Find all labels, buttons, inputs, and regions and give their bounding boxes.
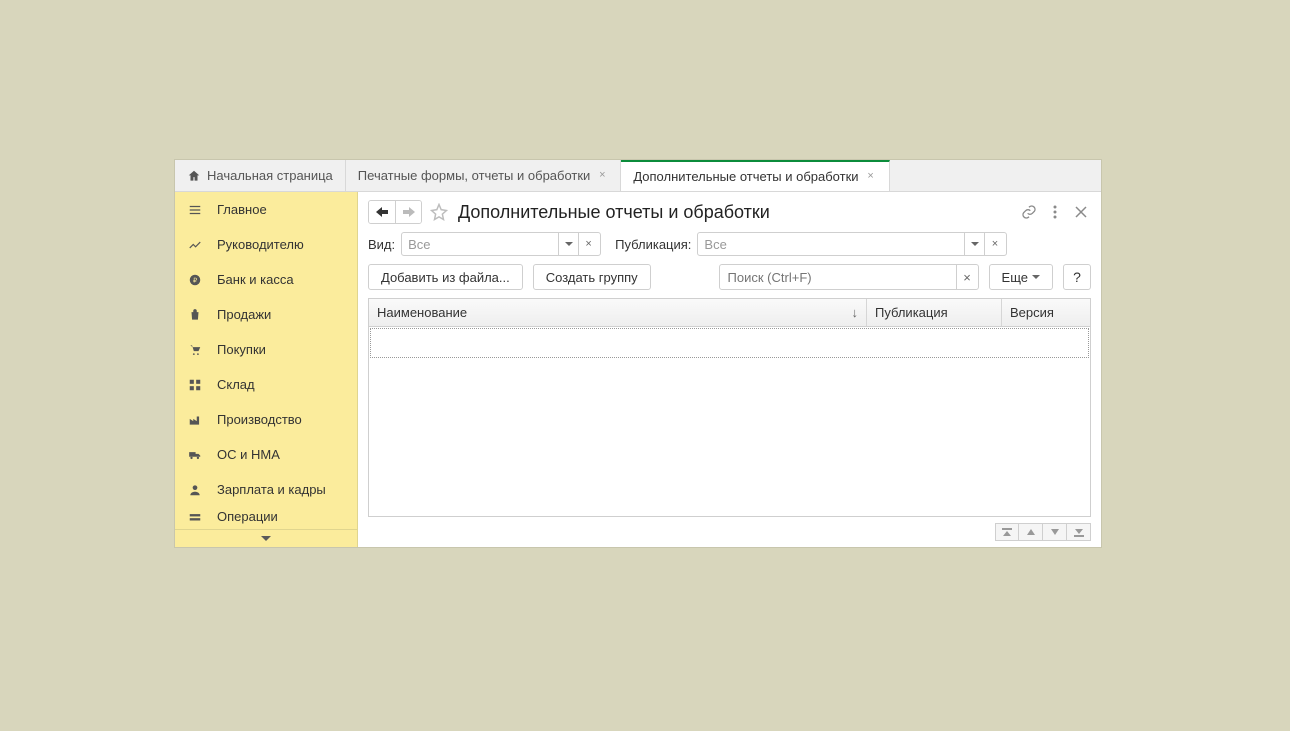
column-name[interactable]: Наименование ↓ [369,299,867,326]
sidebar: Главное Руководителю ₽ Банк и касса [175,192,358,547]
goto-last-button[interactable] [1067,523,1091,541]
table-header: Наименование ↓ Публикация Версия [369,299,1090,327]
sidebar-item-label: Банк и касса [217,272,294,287]
sidebar-item-label: Операции [217,509,278,524]
table-empty-row[interactable] [370,328,1089,358]
menu-icon [187,202,203,218]
sidebar-items: Главное Руководителю ₽ Банк и касса [175,192,357,529]
sidebar-item-label: Зарплата и кадры [217,482,326,497]
list-nav-buttons [368,523,1091,541]
nav-forward-button[interactable] [395,201,421,223]
add-from-file-label: Добавить из файла... [381,270,510,285]
chevron-down-icon [261,536,271,542]
sort-asc-icon: ↓ [852,305,859,320]
more-menu-button[interactable] [1045,202,1065,222]
filter-kind-combo[interactable]: × [401,232,601,256]
tabbar: Начальная страница Печатные формы, отчет… [175,160,1101,192]
favorite-button[interactable] [428,201,450,223]
search-input[interactable] [720,265,956,289]
sidebar-item-operations[interactable]: Операции [175,507,357,527]
ruble-icon: ₽ [187,272,203,288]
tab-print-forms[interactable]: Печатные формы, отчеты и обработки × [346,160,622,191]
chevron-down-icon [1032,275,1040,280]
cart-icon [187,342,203,358]
sidebar-item-label: Главное [217,202,267,217]
create-group-button[interactable]: Создать группу [533,264,651,290]
close-icon[interactable]: × [596,170,608,182]
chevron-down-icon[interactable] [964,233,984,255]
table-body[interactable] [369,327,1090,516]
sidebar-item-label: Покупки [217,342,266,357]
sidebar-item-label: ОС и НМА [217,447,280,462]
tab-additional-reports-label: Дополнительные отчеты и обработки [633,169,858,184]
sidebar-item-manager[interactable]: Руководителю [175,227,357,262]
clear-icon[interactable]: × [984,233,1004,255]
sidebar-collapse[interactable] [175,529,357,547]
sidebar-item-production[interactable]: Производство [175,402,357,437]
data-table: Наименование ↓ Публикация Версия [368,298,1091,517]
bag-icon [187,307,203,323]
filter-row: Вид: × Публикация: × [368,232,1091,256]
sidebar-item-label: Руководителю [217,237,304,252]
goto-first-button[interactable] [995,523,1019,541]
column-publication-label: Публикация [875,305,948,320]
filter-pub-input[interactable] [698,233,964,255]
close-icon[interactable]: × [865,171,877,183]
column-name-label: Наименование [377,305,467,320]
sidebar-item-purchases[interactable]: Покупки [175,332,357,367]
tab-additional-reports[interactable]: Дополнительные отчеты и обработки × [621,160,889,191]
home-icon [187,169,201,183]
main-area: Главное Руководителю ₽ Банк и касса [175,192,1101,547]
sidebar-item-bank[interactable]: ₽ Банк и касса [175,262,357,297]
search-field[interactable]: × [719,264,979,290]
sidebar-item-label: Производство [217,412,302,427]
sidebar-item-warehouse[interactable]: Склад [175,367,357,402]
more-button-label: Еще [1002,270,1028,285]
sidebar-item-main[interactable]: Главное [175,192,357,227]
toolbar: Добавить из файла... Создать группу × Ещ… [368,264,1091,290]
factory-icon [187,412,203,428]
help-label: ? [1073,269,1081,285]
filter-kind-input[interactable] [402,233,558,255]
nav-buttons [368,200,422,224]
help-button[interactable]: ? [1063,264,1091,290]
column-version-label: Версия [1010,305,1054,320]
grid-icon [187,377,203,393]
content-panel: Дополнительные отчеты и обработки Вид: [358,192,1101,547]
tab-home-label: Начальная страница [207,168,333,183]
tab-home[interactable]: Начальная страница [175,160,346,191]
app-window: Начальная страница Печатные формы, отчет… [174,159,1102,548]
chevron-down-icon[interactable] [558,233,578,255]
goto-next-button[interactable] [1043,523,1067,541]
link-button[interactable] [1019,202,1039,222]
close-panel-button[interactable] [1071,202,1091,222]
filter-pub-label: Публикация: [615,237,691,252]
truck-icon [187,447,203,463]
page-title: Дополнительные отчеты и обработки [458,202,770,223]
chart-line-icon [187,237,203,253]
filter-kind-label: Вид: [368,237,395,252]
clear-icon[interactable]: × [956,265,978,289]
nav-back-button[interactable] [369,201,395,223]
add-from-file-button[interactable]: Добавить из файла... [368,264,523,290]
sidebar-item-label: Продажи [217,307,271,322]
column-version[interactable]: Версия [1002,299,1090,326]
filter-pub-combo[interactable]: × [697,232,1007,256]
more-button[interactable]: Еще [989,264,1053,290]
sidebar-item-label: Склад [217,377,255,392]
sidebar-item-hr[interactable]: Зарплата и кадры [175,472,357,507]
tab-print-forms-label: Печатные формы, отчеты и обработки [358,168,591,183]
goto-prev-button[interactable] [1019,523,1043,541]
page-header: Дополнительные отчеты и обработки [368,200,1091,224]
svg-text:₽: ₽ [193,277,197,284]
person-icon [187,482,203,498]
sidebar-item-sales[interactable]: Продажи [175,297,357,332]
create-group-label: Создать группу [546,270,638,285]
clear-icon[interactable]: × [578,233,598,255]
column-publication[interactable]: Публикация [867,299,1002,326]
operations-icon [187,509,203,525]
sidebar-item-assets[interactable]: ОС и НМА [175,437,357,472]
